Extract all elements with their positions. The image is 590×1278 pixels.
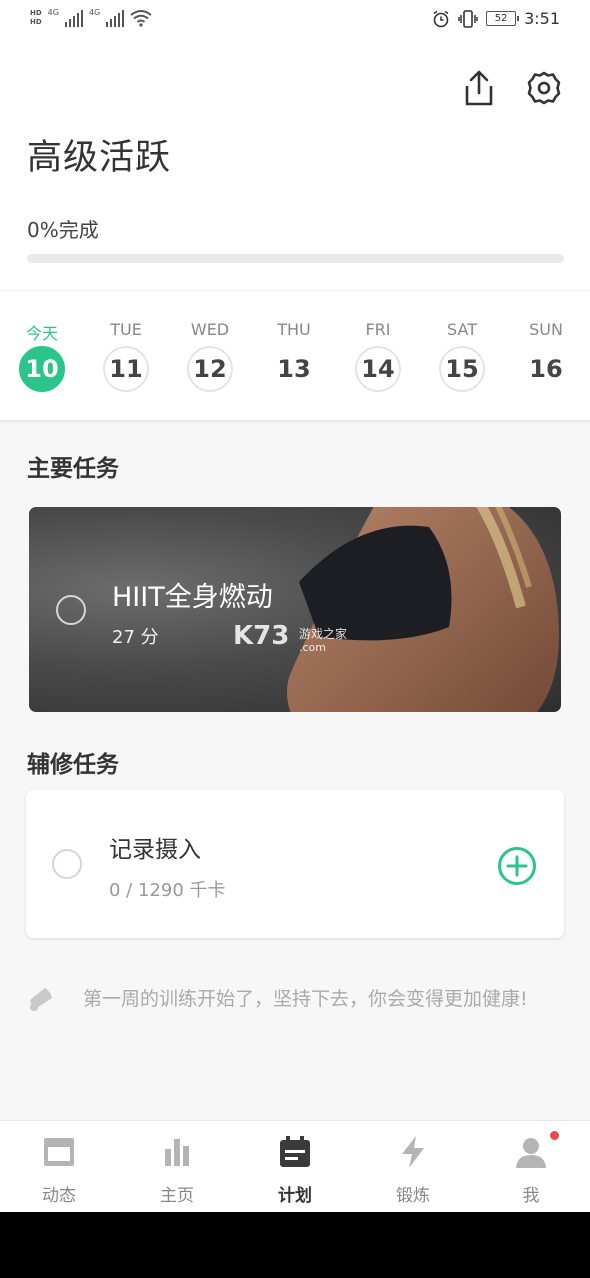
day-number: 11 [103,346,149,392]
main-task-duration: 27 分 [112,627,159,648]
day-label: SUN [529,320,563,339]
page-title: 高级活跃 [27,138,172,178]
lightning-icon [402,1136,424,1168]
nav-item-me[interactable]: 我 [472,1121,590,1212]
day-number: 10 [19,346,65,392]
header-shadow [0,420,590,424]
feed-icon [44,1138,74,1166]
sub-tasks-title: 辅修任务 [27,752,119,778]
bottom-nav: 动态 主页 计划 锻炼 我 [0,1120,590,1212]
day-label: THU [277,320,311,339]
nav-item-plan[interactable]: 计划 [236,1121,354,1212]
day-tue[interactable]: TUE 11 [96,320,156,392]
day-label: SAT [447,320,477,339]
megaphone-icon [30,988,52,1011]
main-task-card[interactable]: HIIT全身燃动 27 分 K73 游戏之家 .com [29,507,561,712]
person-icon [516,1138,546,1168]
share-button[interactable] [462,69,496,107]
watermark-domain: .com [299,641,326,654]
watermark-site: 游戏之家 [299,627,348,641]
day-label: 今天 [25,324,58,343]
plan-header: 高级活跃 0%完成 今天 10 TUE 11 WED 12 THU 13 FRI 14 SAT 15 S… [0,42,590,420]
nav-label-home: 主页 [160,1186,194,1206]
vibrate-icon [458,9,478,28]
settings-button[interactable] [526,70,562,106]
day-number: 12 [187,346,233,392]
day-wed[interactable]: WED 12 [180,320,240,392]
plan-screen: HD HD 4G 4G 52 3:51 高级活跃 0%完成 今天 10 TUE … [0,0,590,1212]
day-今天[interactable]: 今天 10 [12,320,72,392]
day-sun[interactable]: SUN 16 [516,320,576,392]
week-selector: 今天 10 TUE 11 WED 12 THU 13 FRI 14 SAT 15 SUN 16 [0,320,590,400]
nav-item-workout[interactable]: 锻炼 [354,1121,472,1212]
day-label: FRI [365,320,391,339]
network-label-1: 4G [47,8,59,17]
day-label: WED [190,320,230,339]
day-number: 14 [355,346,401,392]
hd-top-label: HD [30,8,42,17]
day-sat[interactable]: SAT 15 [432,320,492,392]
progress-bar [27,254,564,263]
notification-badge [550,1131,559,1140]
nav-label-plan: 计划 [278,1186,312,1206]
battery-icon: 52 [486,11,520,26]
clock: 3:51 [524,9,560,28]
battery-level: 52 [494,13,508,24]
nav-label-workout: 锻炼 [396,1186,430,1206]
alarm-icon [433,10,449,27]
nav-label-feed: 动态 [42,1186,76,1206]
progress-text: 0%完成 [27,218,99,242]
watermark-logo: K73 游戏之家 .com [233,621,347,654]
signal-icon-2 [106,9,125,27]
network-label-2: 4G [88,8,101,17]
wifi-icon [130,9,152,27]
day-number: 16 [529,355,563,383]
sub-task-card[interactable]: 记录摄入 0 / 1290 千卡 [26,790,564,938]
day-number: 13 [277,355,311,383]
workout-photo [287,507,559,712]
nav-item-feed[interactable]: 动态 [0,1121,118,1212]
status-left: HD HD 4G 4G [30,8,152,27]
main-task-checkbox[interactable] [56,595,86,625]
tip-text: 第一周的训练开始了，坚持下去，你会变得更加健康! [83,988,528,1010]
main-task-name: HIIT全身燃动 [112,582,273,613]
add-intake-button[interactable] [497,846,537,886]
day-number: 15 [439,346,485,392]
bar-chart-icon [165,1139,189,1166]
nav-label-me: 我 [522,1186,540,1206]
status-bar: HD HD 4G 4G 52 3:51 [0,0,590,42]
status-right: 52 3:51 [432,9,560,28]
nav-item-home[interactable]: 主页 [118,1121,236,1212]
sub-task-calories: 0 / 1290 千卡 [109,880,226,901]
day-thu[interactable]: THU 13 [264,320,324,392]
calendar-icon [280,1136,310,1167]
signal-icon [64,9,83,27]
main-tasks-title: 主要任务 [27,456,119,482]
hd-bottom-label: HD [30,17,42,26]
hd-indicator: HD HD [30,9,42,27]
day-fri[interactable]: FRI 14 [348,320,408,392]
sub-task-checkbox[interactable] [52,849,82,879]
day-label: TUE [110,320,142,339]
watermark-text: K73 [233,621,290,651]
divider [0,290,590,291]
sub-task-name: 记录摄入 [109,837,201,863]
